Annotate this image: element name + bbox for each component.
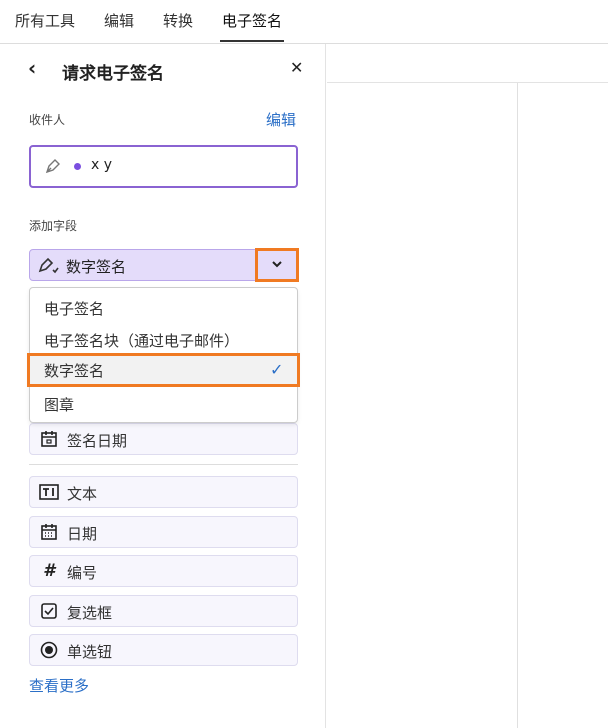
field-label: 签名日期	[67, 432, 128, 450]
date-grid-icon	[39, 522, 59, 542]
top-tab-bar: 所有工具 编辑 转换 电子签名	[0, 0, 608, 44]
checkbox-icon	[39, 601, 59, 621]
menu-item-esignature-block[interactable]: 电子签名块（通过电子邮件）	[44, 330, 239, 351]
tab-all-tools[interactable]: 所有工具	[15, 10, 75, 31]
pen-icon	[44, 157, 62, 179]
field-text[interactable]: 文本	[29, 476, 298, 508]
request-esign-panel: ‹ 请求电子签名 ✕ 收件人 编辑 x y 添加字段 数字签名 电子签名 电子签…	[0, 44, 326, 728]
radio-button-icon	[39, 640, 59, 660]
menu-item-esignature[interactable]: 电子签名	[44, 298, 104, 319]
tab-convert[interactable]: 转换	[163, 10, 193, 31]
selected-field-type: 数字签名	[66, 258, 127, 276]
menu-item-stamp[interactable]: 图章	[44, 394, 74, 415]
dropdown-toggle-button[interactable]	[255, 248, 299, 282]
field-label: 单选钮	[67, 643, 113, 661]
panel-title: 请求电子签名	[62, 64, 164, 84]
tab-edit[interactable]: 编辑	[104, 10, 134, 31]
field-label: 编号	[67, 564, 98, 582]
recipient-color-dot	[74, 163, 81, 170]
field-checkbox[interactable]: 复选框	[29, 595, 298, 627]
edit-recipients-link[interactable]: 编辑	[266, 109, 296, 130]
checkmark-icon: ✓	[270, 360, 284, 379]
field-number[interactable]: # 编号	[29, 555, 298, 587]
field-signature-date[interactable]: 签名日期	[29, 423, 298, 455]
hash-icon: #	[43, 561, 55, 581]
digital-signature-icon	[38, 256, 60, 278]
divider	[29, 464, 298, 465]
field-radio[interactable]: 单选钮	[29, 634, 298, 666]
menu-item-digital-signature[interactable]: 数字签名 ✓	[27, 353, 300, 387]
menu-item-label: 数字签名	[44, 362, 105, 380]
field-date[interactable]: 日期	[29, 516, 298, 548]
close-icon[interactable]: ✕	[290, 58, 303, 77]
signature-type-menu: 电子签名 电子签名块（通过电子邮件） 数字签名 ✓ 图章	[27, 287, 300, 423]
field-label: 日期	[67, 525, 98, 543]
field-label: 复选框	[67, 604, 113, 622]
text-field-icon	[39, 482, 59, 502]
recipient-name: x y	[91, 157, 113, 173]
recipients-label: 收件人	[29, 113, 66, 127]
field-label: 文本	[67, 485, 98, 503]
document-toolbar	[327, 44, 608, 83]
recipient-field[interactable]: x y	[29, 145, 298, 188]
page-edge	[517, 83, 518, 728]
back-icon[interactable]: ‹	[28, 56, 36, 80]
chevron-down-icon	[270, 257, 284, 275]
calendar-icon	[39, 429, 59, 449]
see-more-link[interactable]: 查看更多	[29, 675, 89, 696]
add-fields-label: 添加字段	[29, 219, 78, 233]
tab-esign[interactable]: 电子签名	[219, 10, 285, 42]
